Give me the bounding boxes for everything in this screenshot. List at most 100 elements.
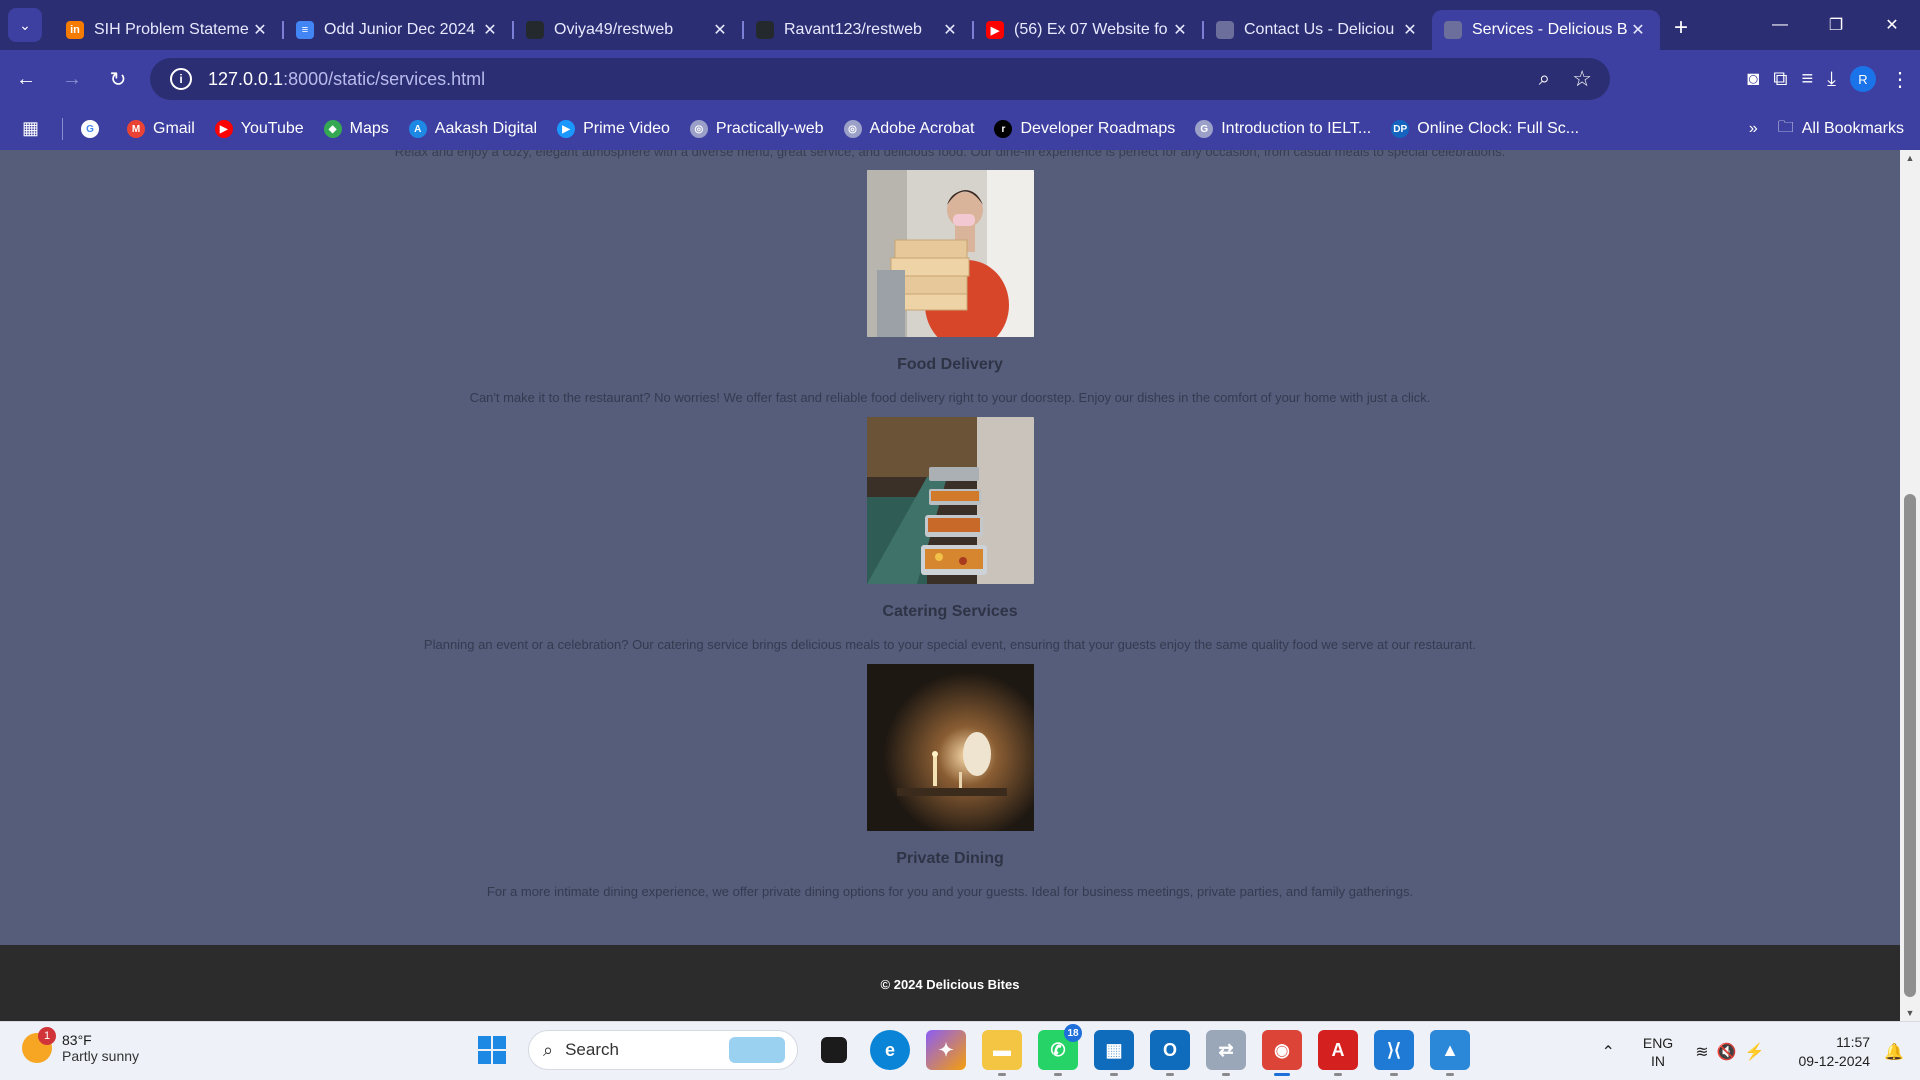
browser-tab[interactable]: Oviya49/restweb ✕ xyxy=(514,10,742,50)
more-bookmarks-icon[interactable]: » xyxy=(1749,120,1758,138)
service-title: Private Dining xyxy=(896,850,1004,867)
system-tray: ⌃ ENG IN ≋🔇⚡ 11:57 09-12-2024 🔔 xyxy=(1601,1022,1920,1080)
browser-tab[interactable]: ≡ Odd Junior Dec 2024 ✕ xyxy=(284,10,512,50)
task-view-icon[interactable] xyxy=(821,1037,847,1063)
forward-button[interactable]: → xyxy=(52,59,92,99)
bookmark-favicon-icon: ▶ xyxy=(557,120,576,138)
page-scrollbar[interactable]: ▲ ▼ xyxy=(1900,150,1920,1021)
tab-close-icon[interactable]: ✕ xyxy=(1170,20,1190,40)
bookmark-label: Introduction to IELT... xyxy=(1221,120,1372,137)
acrobat-icon[interactable]: A xyxy=(1318,1030,1358,1076)
outlook-icon[interactable]: O xyxy=(1150,1030,1190,1076)
bookmark-item[interactable]: ◆ Maps xyxy=(323,120,389,138)
microsoft-store-icon[interactable]: ▦ xyxy=(1094,1030,1134,1076)
edge-icon[interactable]: e xyxy=(870,1030,910,1070)
bookmark-favicon-icon: A xyxy=(408,120,427,138)
site-info-icon[interactable]: i xyxy=(170,68,192,90)
language-indicator[interactable]: ENG IN xyxy=(1643,1034,1673,1070)
browser-tab[interactable]: Services - Delicious B ✕ xyxy=(1432,10,1660,50)
bookmark-item[interactable]: ◎ Adobe Acrobat xyxy=(843,120,974,138)
tab-close-icon[interactable]: ✕ xyxy=(250,20,270,40)
close-window-button[interactable]: ✕ xyxy=(1864,0,1920,50)
copilot-icon[interactable]: ✦ xyxy=(926,1030,966,1070)
start-button[interactable] xyxy=(472,1030,512,1070)
service-title: Food Delivery xyxy=(897,356,1003,373)
scroll-up-arrow-icon[interactable]: ▲ xyxy=(1900,150,1920,166)
reload-button[interactable]: ↻ xyxy=(98,59,138,99)
running-indicator xyxy=(998,1073,1006,1076)
profile-avatar[interactable]: R xyxy=(1850,66,1876,92)
service-catering: Catering Services Planning an event or a… xyxy=(0,417,1900,652)
file-explorer-icon[interactable]: ▬ xyxy=(982,1030,1022,1076)
bookmarks-divider xyxy=(62,118,63,140)
bookmarks-bar: ▦ G M Gmail ▶ YouTube ◆ Maps A Aakash Digital ▶ Pr… xyxy=(0,108,1920,150)
all-bookmarks-button[interactable]: 🗀 All Bookmarks xyxy=(1778,116,1904,143)
url-path: :8000/static/services.html xyxy=(283,68,486,89)
bookmark-favicon-icon: ◎ xyxy=(689,120,708,138)
tab-close-icon[interactable]: ✕ xyxy=(1400,20,1420,40)
clock[interactable]: 11:57 09-12-2024 xyxy=(1798,1033,1870,1071)
whatsapp-icon[interactable]: ✆ 18 xyxy=(1038,1024,1082,1076)
bookmark-item[interactable]: G Introduction to IELT... xyxy=(1195,120,1371,138)
browser-tab[interactable]: Ravant123/restweb ✕ xyxy=(744,10,972,50)
weather-widget[interactable]: 1 83°F Partly sunny xyxy=(22,1027,140,1064)
bookmark-label: Maps xyxy=(349,120,389,137)
browser-tab[interactable]: Contact Us - Deliciou ✕ xyxy=(1204,10,1432,50)
toolbar-actions: ◙ ⧉ ≡ ⤓ R ⋮ xyxy=(1747,58,1910,100)
tab-favicon-icon: ≡ xyxy=(296,21,314,39)
bookmark-item[interactable]: r Developer Roadmaps xyxy=(994,120,1175,138)
clock-time: 11:57 xyxy=(1836,1033,1871,1050)
tab-close-icon[interactable]: ✕ xyxy=(480,20,500,40)
tab-title: SIH Problem Stateme xyxy=(94,21,249,38)
tab-search-button[interactable]: ⌄ xyxy=(8,8,42,42)
tab-favicon-icon: in xyxy=(66,21,84,39)
show-hidden-icons-icon[interactable]: ⌃ xyxy=(1601,1042,1614,1062)
tab-favicon-icon: ▶ xyxy=(986,21,1004,39)
apps-grid-icon[interactable]: ▦ xyxy=(22,118,44,140)
taskbar-search[interactable]: ⌕ Search xyxy=(528,1030,798,1070)
bookmark-item[interactable]: G xyxy=(81,120,107,138)
running-indicator xyxy=(1166,1073,1174,1076)
menu-icon[interactable]: ⋮ xyxy=(1890,67,1910,92)
minimize-button[interactable]: — xyxy=(1752,0,1808,50)
bookmark-item[interactable]: ◎ Practically-web xyxy=(689,120,824,138)
restore-button[interactable]: ❐ xyxy=(1808,0,1864,50)
tab-close-icon[interactable]: ✕ xyxy=(940,20,960,40)
photos-icon[interactable]: ▲ xyxy=(1430,1030,1470,1076)
weather-condition: Partly sunny xyxy=(62,1048,140,1064)
zoom-icon[interactable]: ⌕ xyxy=(1539,68,1550,91)
scroll-down-arrow-icon[interactable]: ▼ xyxy=(1900,1005,1920,1021)
tab-close-icon[interactable]: ✕ xyxy=(1628,20,1648,40)
bookmark-favicon-icon: ◎ xyxy=(843,120,862,138)
wifi-volume-battery-icon[interactable]: ≋🔇⚡ xyxy=(1695,1042,1772,1062)
bookmark-favicon-icon: ▶ xyxy=(214,120,233,138)
address-bar[interactable]: i 127.0.0.1:8000/static/services.html ⌕ … xyxy=(150,58,1610,100)
incognito-icon[interactable]: ◙ xyxy=(1747,68,1759,91)
running-indicator xyxy=(1446,1073,1454,1076)
bookmark-item[interactable]: A Aakash Digital xyxy=(408,120,537,138)
scrollbar-thumb[interactable] xyxy=(1904,494,1916,997)
extensions-icon[interactable]: ⧉ xyxy=(1773,68,1787,91)
tab-strip: ⌄ in SIH Problem Stateme ✕ ≡ Odd Junior Dec … xyxy=(0,0,1920,50)
bookmark-item[interactable]: DP Online Clock: Full Sc... xyxy=(1391,120,1579,138)
download-icon[interactable]: ⤓ xyxy=(1827,68,1836,91)
devices-icon[interactable]: ⇄ xyxy=(1206,1030,1246,1076)
notification-bell-icon[interactable]: 🔔 xyxy=(1884,1042,1904,1062)
bookmark-item[interactable]: ▶ YouTube xyxy=(214,120,304,138)
windows-taskbar: 1 83°F Partly sunny ⌕ Search e ✦ ▬ ✆ 18 ▦ O ⇄… xyxy=(0,1021,1920,1080)
bookmark-star-icon[interactable]: ☆ xyxy=(1572,66,1592,92)
media-controls-icon[interactable]: ≡ xyxy=(1801,68,1813,91)
browser-tab[interactable]: ▶ (56) Ex 07 Website fo ✕ xyxy=(974,10,1202,50)
bookmark-item[interactable]: M Gmail xyxy=(127,120,195,138)
back-button[interactable]: ← xyxy=(6,59,46,99)
bookmark-label: Developer Roadmaps xyxy=(1020,120,1176,137)
bookmark-item[interactable]: ▶ Prime Video xyxy=(557,120,670,138)
running-indicator xyxy=(1274,1073,1290,1076)
new-tab-button[interactable]: + xyxy=(1674,14,1688,42)
tab-close-icon[interactable]: ✕ xyxy=(710,20,730,40)
chrome-icon[interactable]: ◉ xyxy=(1262,1030,1302,1076)
vscode-icon[interactable]: ⟩⟨ xyxy=(1374,1030,1414,1076)
running-indicator xyxy=(1222,1073,1230,1076)
browser-tab[interactable]: in SIH Problem Stateme ✕ xyxy=(54,10,282,50)
notification-count: 18 xyxy=(1064,1024,1082,1042)
